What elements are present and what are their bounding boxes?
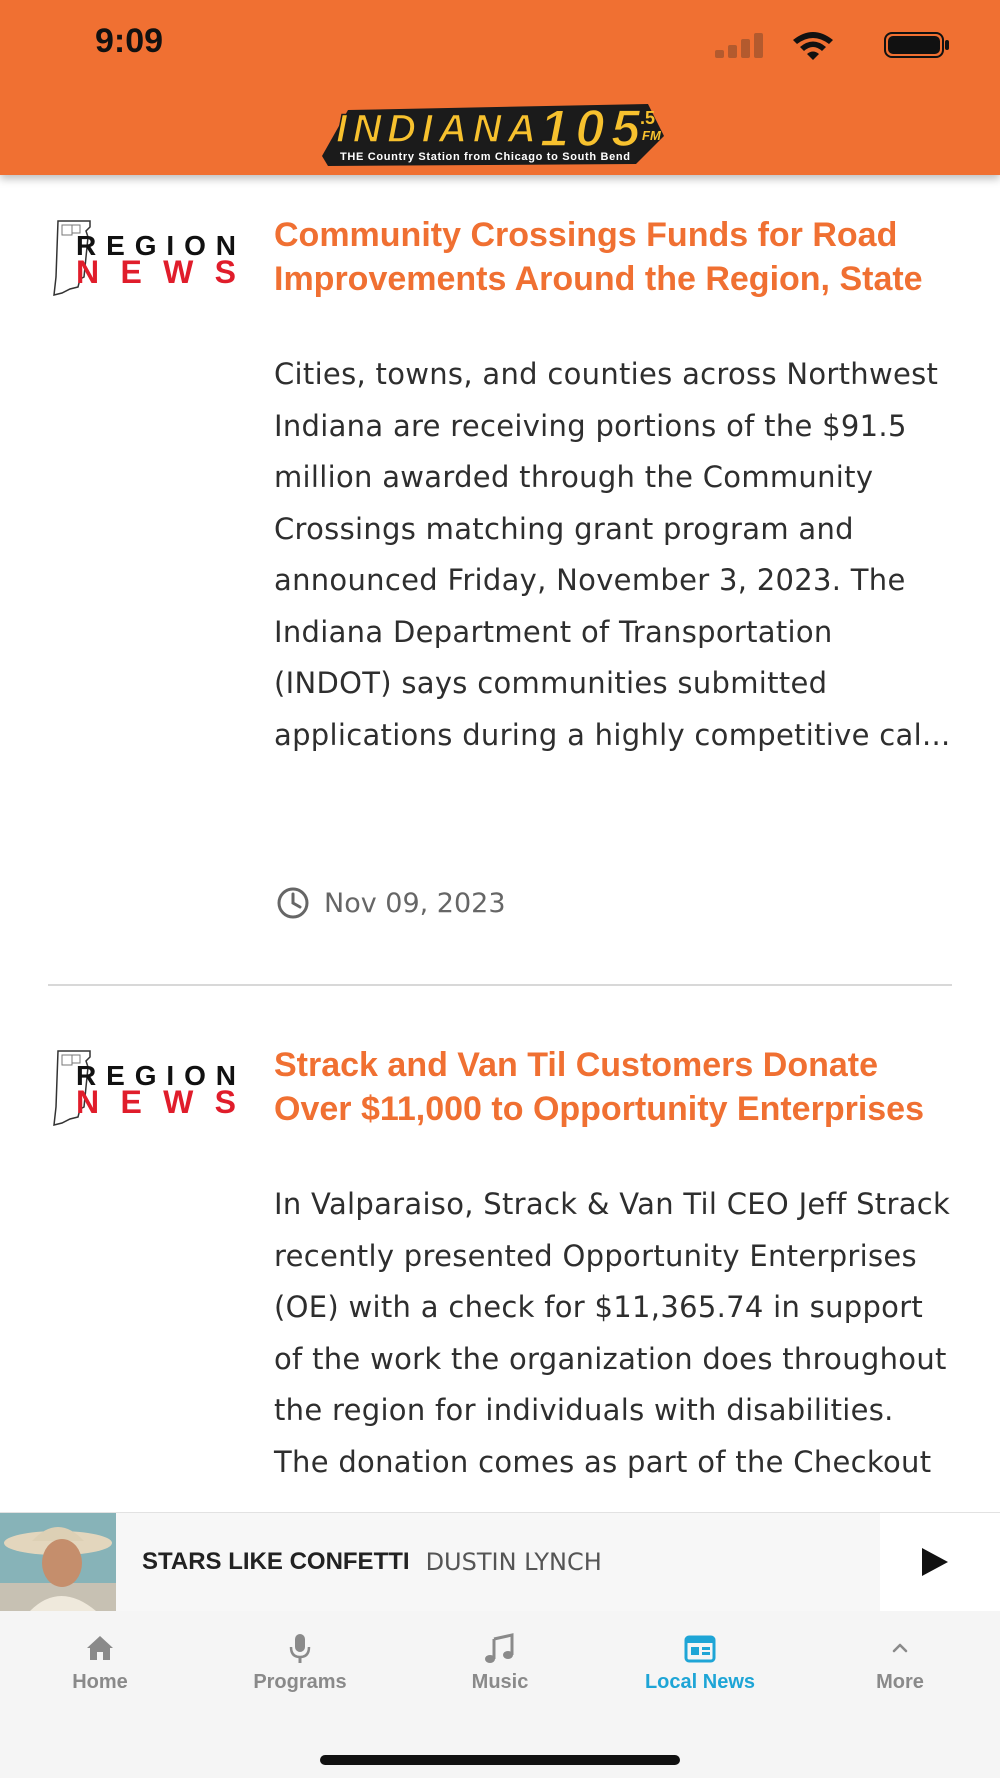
play-icon bbox=[922, 1548, 948, 1576]
tab-music[interactable]: Music bbox=[400, 1631, 600, 1711]
station-logo: INDIANA 105 .5 FM THE Country Station fr… bbox=[322, 99, 664, 166]
music-note-icon bbox=[485, 1633, 514, 1663]
song-title: STARS LIKE CONFETTI bbox=[142, 1548, 410, 1575]
app-header: 9:09 INDIANA 105 .5 FM THE Country Stati… bbox=[0, 0, 1000, 175]
tab-label: Programs bbox=[253, 1671, 347, 1693]
album-art bbox=[0, 1513, 116, 1611]
play-button[interactable] bbox=[880, 1513, 1000, 1611]
tab-programs[interactable]: Programs bbox=[200, 1631, 400, 1711]
article-excerpt: Cities, towns, and counties across North… bbox=[274, 357, 951, 752]
clock-icon bbox=[277, 887, 309, 919]
tab-label: Local News bbox=[644, 1671, 756, 1693]
article-date: Nov 09, 2023 bbox=[276, 885, 506, 921]
tab-label: Music bbox=[471, 1671, 529, 1693]
article-excerpt: In Valparaiso, Strack & Van Til CEO Jeff… bbox=[274, 1187, 951, 1479]
svg-text:.5: .5 bbox=[640, 108, 655, 128]
microphone-icon bbox=[289, 1634, 311, 1663]
svg-text:FM: FM bbox=[642, 128, 662, 143]
home-indicator bbox=[320, 1755, 680, 1765]
tab-label: More bbox=[876, 1671, 924, 1693]
now-playing-info[interactable]: STARS LIKE CONFETTI DUSTIN LYNCH bbox=[142, 1513, 602, 1611]
tab-home[interactable]: Home bbox=[0, 1631, 200, 1711]
artist-name: DUSTIN LYNCH bbox=[425, 1548, 602, 1576]
now-playing-bar[interactable]: STARS LIKE CONFETTI DUSTIN LYNCH bbox=[0, 1512, 1000, 1612]
home-icon bbox=[87, 1636, 113, 1660]
svg-text:105: 105 bbox=[540, 100, 641, 158]
svg-text:THE Country Station from Chica: THE Country Station from Chicago to Sout… bbox=[340, 151, 630, 163]
article-title[interactable]: Community Crossings Funds for Road Impro… bbox=[274, 213, 954, 301]
battery-icon bbox=[884, 32, 949, 58]
article-divider bbox=[48, 984, 952, 986]
chevron-up-icon bbox=[892, 1643, 908, 1653]
svg-text:REGION: REGION bbox=[76, 1060, 236, 1091]
cellular-signal-icon bbox=[715, 32, 765, 58]
wifi-icon bbox=[793, 32, 833, 60]
status-time: 9:09 bbox=[95, 22, 164, 60]
tab-label: Home bbox=[72, 1671, 128, 1693]
region-news-logo: REGION NEWS bbox=[53, 1050, 236, 1126]
tab-more[interactable]: More bbox=[800, 1631, 1000, 1711]
article-date-text: Nov 09, 2023 bbox=[324, 887, 506, 919]
svg-text:REGION: REGION bbox=[76, 230, 236, 261]
newspaper-icon bbox=[684, 1635, 716, 1663]
article-title[interactable]: Strack and Van Til Customers Donate Over… bbox=[274, 1043, 954, 1131]
bottom-tab-bar: Home Programs Music Local News More bbox=[0, 1611, 1000, 1778]
region-news-logo: REGION NEWS bbox=[53, 220, 236, 296]
tab-local-news[interactable]: Local News bbox=[600, 1631, 800, 1711]
status-icons bbox=[690, 30, 950, 60]
